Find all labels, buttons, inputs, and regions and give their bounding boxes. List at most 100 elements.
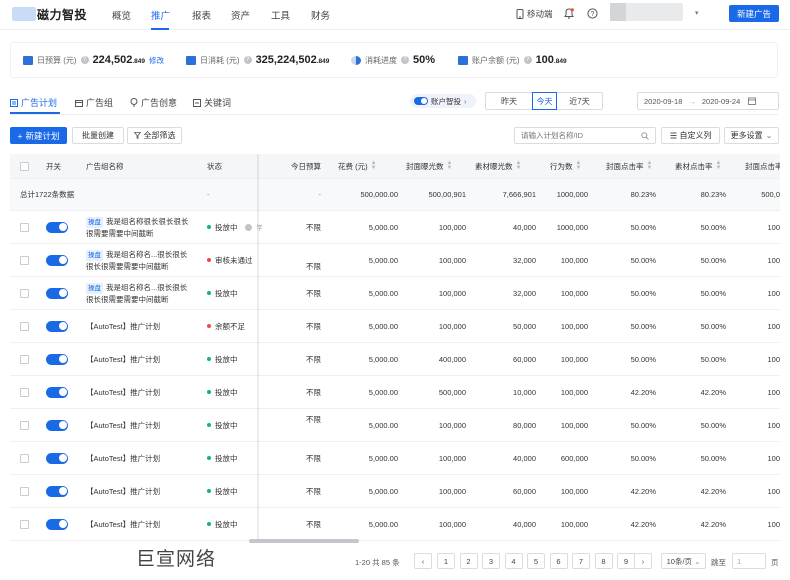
row-switch[interactable] xyxy=(46,376,68,408)
budget-cell[interactable]: 不限 xyxy=(270,244,321,276)
table-row[interactable]: 【AutoTest】推广计划 投放中 不限 5,000.00 100,000 80,000… xyxy=(10,409,780,442)
row-switch[interactable] xyxy=(46,508,68,540)
table-row[interactable]: 【AutoTest】推广计划 余额不足 不限 5,000.00 100,000 50,00… xyxy=(10,310,780,343)
col-material-ctr[interactable]: 素材点击率 ▲ ▼ xyxy=(675,154,721,178)
row-checkbox[interactable] xyxy=(20,211,29,243)
account-smart-toggle[interactable]: 账户智投 › xyxy=(410,94,476,108)
row-checkbox[interactable] xyxy=(20,409,29,441)
row-checkbox[interactable] xyxy=(20,244,29,276)
mobile-link[interactable]: 移动端 xyxy=(516,8,553,20)
logo[interactable]: 磁力智投 xyxy=(12,6,87,22)
col-cover-ctr-2[interactable]: 封面点击率 xyxy=(745,154,780,178)
nav-item-tools[interactable]: 工具 xyxy=(271,8,290,22)
plan-name[interactable]: 【AutoTest】推广计划 xyxy=(86,387,160,398)
nav-item-assets[interactable]: 资产 xyxy=(231,8,250,22)
budget-cell[interactable]: 不限 xyxy=(270,277,321,309)
table-row[interactable]: 【AutoTest】推广计划 投放中 不限 5,000.00 100,000 40,000… xyxy=(10,508,780,541)
filter-button[interactable]: 全部筛选 xyxy=(127,127,182,144)
batch-create-button[interactable]: 批量创建 xyxy=(72,127,124,144)
more-settings-button[interactable]: 更多设置 ⌄ xyxy=(724,127,779,144)
info-icon[interactable]: ? xyxy=(80,56,89,64)
plan-name[interactable]: 【AutoTest】推广计划 xyxy=(86,453,160,464)
select-all-checkbox[interactable] xyxy=(20,154,29,178)
col-actions[interactable]: 行为数 ▲ ▼ xyxy=(550,154,581,178)
jump-page-input[interactable]: 1 xyxy=(732,553,766,569)
page-size-select[interactable]: 10条/页 ⌄ xyxy=(661,553,706,569)
row-switch[interactable] xyxy=(46,244,68,276)
budget-cell[interactable]: 不限 xyxy=(270,475,321,507)
row-checkbox[interactable] xyxy=(20,277,29,309)
row-checkbox[interactable] xyxy=(20,442,29,474)
row-checkbox[interactable] xyxy=(20,343,29,375)
plan-name[interactable]: 【AutoTest】推广计划 xyxy=(86,486,160,497)
plan-name[interactable]: 操盘 我是组名称很长很长很长很需要需要中间截断 xyxy=(86,216,191,239)
budget-cell[interactable]: 不限 xyxy=(270,343,321,375)
edit-budget-link[interactable]: 修改 xyxy=(149,55,164,66)
page-button[interactable]: 1 xyxy=(437,553,455,569)
budget-cell[interactable]: 不限 xyxy=(270,310,321,342)
plan-name[interactable]: 【AutoTest】推广计划 xyxy=(86,519,160,530)
col-spend[interactable]: 花费 (元) ▲ ▼ xyxy=(338,154,377,178)
date-range-picker[interactable]: 2020-09-18 → 2020-09-24 xyxy=(637,92,779,110)
col-material-exposure[interactable]: 素材曝光数 ▲ ▼ xyxy=(475,154,521,178)
page-button[interactable]: 4 xyxy=(504,553,523,569)
account-dropdown-icon[interactable]: ▾ xyxy=(695,9,699,17)
page-button[interactable]: 2 xyxy=(459,553,478,569)
row-switch[interactable] xyxy=(46,442,68,474)
page-button[interactable]: 8 xyxy=(594,553,613,569)
table-row[interactable]: 操盘我是组名称很长很长很长很需要需要中间截断投放中学不限 5,000.00 100,… xyxy=(10,211,780,244)
plan-name[interactable]: 【AutoTest】推广计划 xyxy=(86,354,160,365)
range-today[interactable]: 今天 xyxy=(532,92,557,110)
nav-item-reports[interactable]: 报表 xyxy=(192,8,211,22)
tab-ad-creatives[interactable]: 广告创意 xyxy=(130,96,177,109)
info-icon[interactable]: ? xyxy=(401,56,409,64)
plan-name[interactable]: 【AutoTest】推广计划 xyxy=(86,321,160,332)
table-row[interactable]: 操盘 我是组名称名...很长很长很长很需要需要中间截断 投放中 不限 5,000.00 1… xyxy=(10,277,780,310)
table-row[interactable]: 【AutoTest】推广计划 投放中 不限 5,000.00 400,000 60,000… xyxy=(10,343,780,376)
budget-cell[interactable]: 不限 xyxy=(270,442,321,474)
budget-cell[interactable]: 不限 xyxy=(270,376,321,408)
plan-name[interactable]: 操盘 我是组名称名...很长很长很长很需要需要中间截断 xyxy=(86,282,191,305)
tab-keywords[interactable]: 关键词 xyxy=(193,96,231,109)
next-page-button[interactable]: › xyxy=(634,553,652,569)
range-yesterday[interactable]: 昨天 xyxy=(485,92,533,110)
row-switch[interactable] xyxy=(46,277,68,309)
horizontal-scrollbar[interactable] xyxy=(249,539,359,543)
new-ad-button[interactable]: 新建广告 xyxy=(729,5,779,22)
date-end[interactable]: 2020-09-24 xyxy=(702,97,740,106)
tab-ad-groups[interactable]: 广告组 xyxy=(75,96,113,109)
new-plan-button[interactable]: + 新建计划 xyxy=(10,127,67,144)
row-switch[interactable] xyxy=(46,409,68,441)
date-start[interactable]: 2020-09-18 xyxy=(644,97,682,106)
table-row[interactable]: 【AutoTest】推广计划 投放中 不限 5,000.00 500,000 10,000… xyxy=(10,376,780,409)
budget-cell[interactable]: 不限 xyxy=(270,508,321,540)
table-row[interactable]: 【AutoTest】推广计划 投放中 不限 5,000.00 100,000 60,000… xyxy=(10,475,780,508)
account-avatar[interactable] xyxy=(610,3,683,21)
row-switch[interactable] xyxy=(46,211,68,243)
row-switch[interactable] xyxy=(46,343,68,375)
bell-icon[interactable] xyxy=(564,8,574,19)
info-icon[interactable]: ? xyxy=(523,56,532,64)
page-button[interactable]: 7 xyxy=(572,553,590,569)
row-checkbox[interactable] xyxy=(20,475,29,507)
nav-item-overview[interactable]: 概览 xyxy=(112,8,131,22)
col-cover-exposure[interactable]: 封面曝光数 ▲ ▼ xyxy=(406,154,452,178)
page-button[interactable]: 6 xyxy=(549,553,568,569)
search-box[interactable] xyxy=(514,127,656,144)
help-icon[interactable]: ? xyxy=(587,8,598,19)
plan-name[interactable]: 操盘 我是组名称名...很长很长很长很需要需要中间截断 xyxy=(86,249,191,272)
page-button[interactable]: 3 xyxy=(482,553,500,569)
budget-cell[interactable]: 不限 xyxy=(270,409,321,441)
range-7-days[interactable]: 近7天 xyxy=(556,92,603,110)
plan-name[interactable]: 【AutoTest】推广计划 xyxy=(86,420,160,431)
smart-switch[interactable] xyxy=(414,97,428,105)
prev-page-button[interactable]: ‹ xyxy=(414,553,432,569)
info-icon[interactable]: ? xyxy=(243,56,252,64)
col-cover-ctr[interactable]: 封面点击率 ▲ ▼ xyxy=(606,154,652,178)
row-checkbox[interactable] xyxy=(20,376,29,408)
table-row[interactable]: 【AutoTest】推广计划 投放中 不限 5,000.00 100,000 40,000… xyxy=(10,442,780,475)
row-checkbox[interactable] xyxy=(20,310,29,342)
row-switch[interactable] xyxy=(46,475,68,507)
row-checkbox[interactable] xyxy=(20,508,29,540)
table-row[interactable]: 操盘 我是组名称名...很长很长很长很需要需要中间截断 审核未通过 不限 5,000.0… xyxy=(10,244,780,277)
